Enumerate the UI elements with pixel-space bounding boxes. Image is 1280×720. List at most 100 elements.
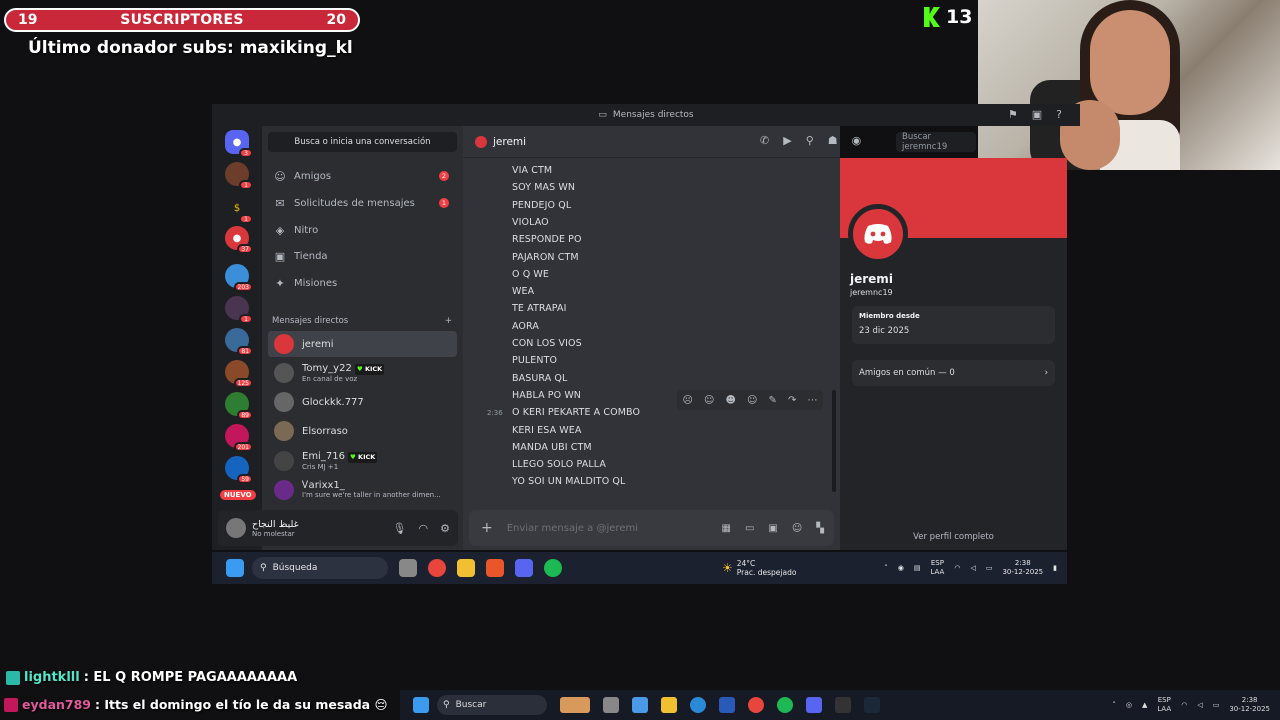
server-icon[interactable]: 201 — [225, 424, 253, 452]
steam-icon[interactable] — [864, 697, 880, 713]
nav-label: Amigos — [294, 170, 332, 182]
brave-icon[interactable] — [486, 559, 504, 577]
obs-icon[interactable] — [835, 697, 851, 713]
forward-icon[interactable]: ↷ — [788, 395, 796, 406]
microphone-icon[interactable]: 🎙 — [393, 522, 407, 535]
volume-icon[interactable]: ◁ — [970, 564, 975, 573]
file-explorer-icon[interactable] — [457, 559, 475, 577]
chevron-up-icon[interactable]: ˄ — [1112, 701, 1116, 710]
search-icon: ⚲ — [260, 563, 267, 573]
dm-item-emi[interactable]: Emi_716 ♥ KICK Cris MJ +1 — [268, 448, 457, 474]
steam-tray-icon[interactable]: ◉ — [898, 564, 904, 573]
task-view-icon[interactable] — [603, 697, 619, 713]
spotify-icon[interactable] — [544, 559, 562, 577]
keyboard-icon[interactable]: ▤ — [914, 564, 921, 573]
wifi-icon[interactable]: ◠ — [954, 564, 960, 573]
weather-widget[interactable]: ☀ 24°C Prac. despejado — [722, 559, 796, 577]
inbox-icon[interactable]: ⚑ — [1008, 108, 1018, 121]
server-icon[interactable]: 89 — [225, 392, 253, 420]
server-icon[interactable]: $1 — [225, 196, 253, 224]
emoji-icon[interactable]: ☺ — [792, 523, 802, 534]
chrome-icon[interactable] — [748, 697, 764, 713]
copilot-icon[interactable] — [632, 697, 648, 713]
clock[interactable]: 2:38 30-12-2025 — [1229, 696, 1270, 714]
nav-message-requests[interactable]: ✉ Solicitudes de mensajes 1 — [268, 191, 457, 215]
reaction-icon[interactable]: ☹ — [683, 395, 693, 406]
create-dm-button[interactable]: + — [445, 316, 452, 326]
notification-icon[interactable]: ▮ — [1053, 564, 1057, 573]
message-input[interactable]: + Enviar mensaje a @jeremi ▦ ▭ ▣ ☺ ▚ — [469, 510, 834, 546]
dm-item-elsorraso[interactable]: Elsorraso — [268, 418, 457, 444]
view-full-profile-link[interactable]: Ver perfil completo — [840, 532, 1067, 542]
nav-shop[interactable]: ▣ Tienda — [268, 244, 457, 268]
tray-icon[interactable]: ◎ — [1126, 701, 1132, 710]
tray-icon[interactable]: ▲ — [1142, 701, 1147, 710]
language-indicator[interactable]: ESP LAA — [930, 559, 944, 577]
chat-message: HABLA PO WN — [512, 389, 582, 401]
user-avatar[interactable] — [226, 518, 246, 538]
scrollbar[interactable] — [832, 390, 836, 492]
reaction-icon[interactable]: ☻ — [726, 395, 736, 406]
mutual-friends-button[interactable]: Amigos en común — 0 › — [852, 360, 1055, 386]
kick-count-value: 13 — [946, 6, 973, 28]
nav-quests[interactable]: ✦ Misiones — [268, 271, 457, 295]
battery-icon[interactable]: ▭ — [1213, 701, 1220, 710]
task-view-icon[interactable] — [399, 559, 417, 577]
server-icon[interactable]: 1 — [225, 296, 253, 324]
gif-icon[interactable]: ▭ — [745, 523, 754, 534]
battery-icon[interactable]: ▭ — [986, 564, 993, 573]
profile-toggle-icon[interactable]: ◉ — [852, 134, 862, 147]
avatar — [274, 363, 294, 383]
server-icon[interactable]: 203 — [225, 264, 253, 292]
nav-nitro[interactable]: ◈ Nitro — [268, 218, 457, 242]
server-icon[interactable]: 59 — [225, 456, 253, 484]
server-icon[interactable]: ● 37 — [225, 226, 253, 254]
video-icon[interactable]: ▶ — [783, 134, 791, 147]
windows-start-icon[interactable] — [413, 697, 429, 713]
edge-icon[interactable] — [690, 697, 706, 713]
find-conversation-button[interactable]: Busca o inicia una conversación — [268, 132, 457, 152]
dm-item-varixx[interactable]: Ꮩarixx1_ I'm sure we're taller in another… — [268, 477, 457, 503]
help-icon[interactable]: ? — [1056, 108, 1062, 121]
add-friends-icon[interactable]: ☗ — [828, 134, 838, 147]
chat-area: jeremi VIA CTM SOY MAS WN PENDEJO QL VIOLAO… — [463, 126, 840, 550]
wifi-icon[interactable]: ◠ — [1181, 701, 1187, 710]
dm-home-button[interactable]: ● 3 — [225, 130, 253, 158]
add-attachment-icon[interactable]: + — [481, 520, 493, 536]
discord-taskbar-icon[interactable] — [806, 697, 822, 713]
dm-item-glock[interactable]: Glockkk.777 — [268, 389, 457, 415]
taskbar-search[interactable]: ⚲ Búsqueda — [252, 557, 388, 579]
settings-gear-icon[interactable]: ⚙ — [440, 522, 450, 535]
taskbar-search[interactable]: ⚲ Buscar — [437, 695, 547, 715]
server-icon[interactable]: 125 — [225, 360, 253, 388]
edit-icon[interactable]: ✎ — [769, 395, 777, 406]
chat-search-input[interactable]: Buscar jeremnc19 — [896, 132, 976, 152]
server-icon[interactable]: 81 — [225, 328, 253, 356]
language-indicator[interactable]: ESP LAA — [1157, 696, 1171, 714]
volume-icon[interactable]: ◁ — [1197, 701, 1202, 710]
dm-item-jeremi[interactable]: jeremi — [268, 331, 457, 357]
store-icon[interactable] — [719, 697, 735, 713]
discord-taskbar-icon[interactable] — [515, 559, 533, 577]
windows-start-icon[interactable] — [226, 559, 244, 577]
chrome-icon[interactable] — [428, 559, 446, 577]
sticker-icon[interactable]: ▣ — [768, 523, 777, 534]
file-explorer-icon[interactable] — [661, 697, 677, 713]
nav-friends[interactable]: ☺ Amigos 2 — [268, 164, 457, 188]
food-widget-icon[interactable] — [560, 697, 590, 713]
call-icon[interactable]: ✆ — [760, 134, 769, 147]
more-icon[interactable]: ⋯ — [807, 395, 817, 406]
clock[interactable]: 2:38 30-12-2025 — [1002, 559, 1043, 577]
chevron-up-icon[interactable]: ˄ — [884, 564, 888, 573]
dm-item-tomy[interactable]: Tomy_y22 ♥ KICK En canal de voz — [268, 360, 457, 386]
spotify-icon[interactable] — [777, 697, 793, 713]
gift-icon[interactable]: ▦ — [722, 523, 731, 534]
apps-icon[interactable]: ▚ — [816, 523, 824, 534]
server-icon[interactable]: 1 — [225, 162, 253, 190]
add-reaction-icon[interactable]: ☺ — [747, 395, 757, 406]
headphones-icon[interactable]: ◠ — [419, 522, 429, 535]
pin-icon[interactable]: ⚲ — [806, 134, 814, 147]
reaction-icon[interactable]: ☺ — [704, 395, 714, 406]
window-icon[interactable]: ▣ — [1032, 108, 1042, 121]
lang-layout: LAA — [930, 568, 945, 576]
